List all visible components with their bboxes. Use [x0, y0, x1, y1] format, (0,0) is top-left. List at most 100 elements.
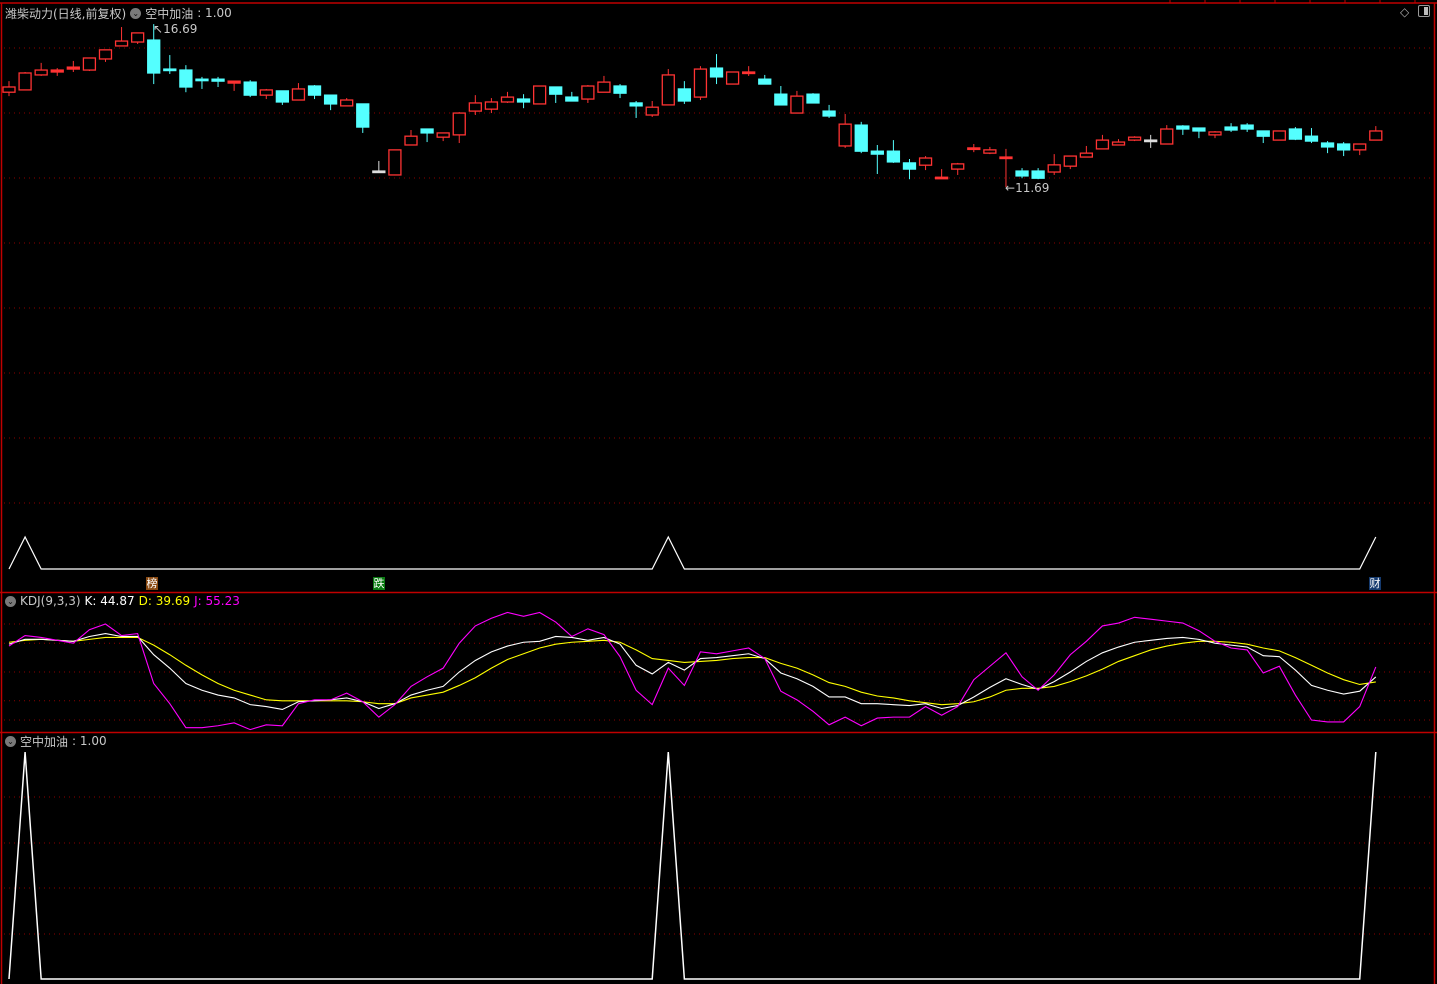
- candle-body: [918, 157, 933, 166]
- candle: [629, 101, 643, 118]
- candle: [1095, 134, 1110, 150]
- marker-bang[interactable]: 榜: [146, 577, 158, 590]
- candle-body: [1176, 125, 1190, 130]
- chevron-down-icon[interactable]: ⌄: [5, 595, 16, 607]
- candle-body: [774, 93, 788, 106]
- candle-body: [967, 147, 981, 151]
- candle-body: [307, 85, 322, 96]
- candle-body: [114, 40, 129, 47]
- candle: [1240, 123, 1254, 132]
- candle-body: [1336, 143, 1351, 151]
- candle: [838, 114, 852, 148]
- candle-body: [243, 81, 257, 96]
- candle: [404, 129, 418, 146]
- candle: [565, 91, 579, 102]
- panel-toggle-icon[interactable]: [1418, 5, 1430, 17]
- candle: [195, 76, 209, 89]
- candle: [1336, 142, 1351, 157]
- candle: [549, 86, 563, 103]
- candle-body: [983, 149, 997, 154]
- candle-body: [1144, 139, 1158, 143]
- candle-body: [468, 102, 482, 112]
- candle-body: [742, 71, 756, 75]
- candle-body: [1127, 136, 1142, 141]
- candle: [50, 68, 64, 76]
- candle-body: [934, 176, 949, 180]
- diamond-icon[interactable]: ◇: [1400, 5, 1409, 19]
- candle-body: [886, 150, 901, 163]
- indicator-name[interactable]: 空中加油: [145, 5, 193, 22]
- candle-body: [565, 96, 579, 102]
- candle: [452, 112, 466, 144]
- main-panel-header: 潍柴动力(日线,前复权) ⌄ 空中加油 : 1.00: [5, 5, 232, 21]
- signal-main-line: [8, 535, 1377, 570]
- candle-body: [661, 74, 675, 106]
- chevron-down-icon[interactable]: ⌄: [5, 735, 16, 747]
- candle: [1015, 168, 1029, 179]
- marker-cai[interactable]: 财: [1369, 577, 1381, 590]
- candle: [532, 85, 547, 105]
- candle-body: [82, 57, 97, 71]
- candle: [1256, 130, 1270, 144]
- candle: [1031, 168, 1045, 180]
- signal-line-bottom: [8, 751, 1377, 980]
- chevron-down-icon[interactable]: ⌄: [130, 7, 142, 19]
- candle: [356, 103, 370, 133]
- candle-body: [838, 123, 852, 147]
- candle: [597, 75, 611, 93]
- candle: [854, 121, 868, 154]
- candle-body: [532, 85, 547, 105]
- candle-body: [1272, 130, 1286, 141]
- candle-body: [1192, 127, 1206, 132]
- candle-body: [1208, 131, 1222, 136]
- signal-line-main: [8, 535, 1377, 570]
- stock-chart-canvas[interactable]: [0, 0, 1437, 984]
- candle: [340, 98, 354, 107]
- candle: [967, 144, 981, 153]
- candle-body: [581, 85, 595, 100]
- candle: [34, 62, 48, 76]
- kdj-k-value: K: 44.87: [84, 594, 135, 608]
- candle-body: [420, 128, 434, 134]
- candle-body: [50, 69, 64, 73]
- candle-body: [130, 32, 145, 43]
- candle: [709, 54, 724, 85]
- candle: [516, 94, 531, 109]
- candlestick-series[interactable]: [2, 24, 1383, 188]
- candle-body: [549, 86, 563, 95]
- candle: [934, 169, 949, 180]
- candle: [774, 86, 788, 106]
- candle: [693, 66, 708, 101]
- candle: [725, 71, 740, 85]
- candle-body: [372, 170, 386, 174]
- candle: [2, 81, 16, 97]
- candle-body: [1256, 130, 1270, 137]
- kdj-j-line: [8, 611, 1377, 731]
- candle: [420, 128, 434, 143]
- candle-body: [179, 69, 193, 88]
- candle: [211, 76, 225, 87]
- candle-body: [1288, 128, 1303, 140]
- signal-bottom-line: [8, 751, 1377, 980]
- candle: [1320, 141, 1335, 154]
- candle-body: [1369, 130, 1383, 141]
- kdj-name[interactable]: KDJ(9,3,3): [20, 594, 81, 608]
- candle: [822, 104, 836, 118]
- candle: [18, 72, 32, 91]
- candle: [1176, 125, 1190, 135]
- candle-body: [452, 112, 466, 136]
- indicator-value: : 1.00: [197, 6, 232, 20]
- panel-frame: [0, 0, 1437, 984]
- bottom-indicator-name[interactable]: 空中加油: [20, 733, 68, 750]
- candle: [581, 85, 595, 103]
- candle: [951, 162, 965, 175]
- candle-body: [2, 86, 16, 93]
- candle: [1192, 127, 1206, 139]
- marker-die[interactable]: 跌: [373, 577, 385, 590]
- candle-body: [822, 110, 836, 117]
- candle: [806, 93, 820, 104]
- candle-body: [1160, 128, 1174, 145]
- high-price-value: 16.69: [163, 22, 198, 36]
- candle: [1063, 155, 1077, 170]
- candle-body: [854, 124, 868, 152]
